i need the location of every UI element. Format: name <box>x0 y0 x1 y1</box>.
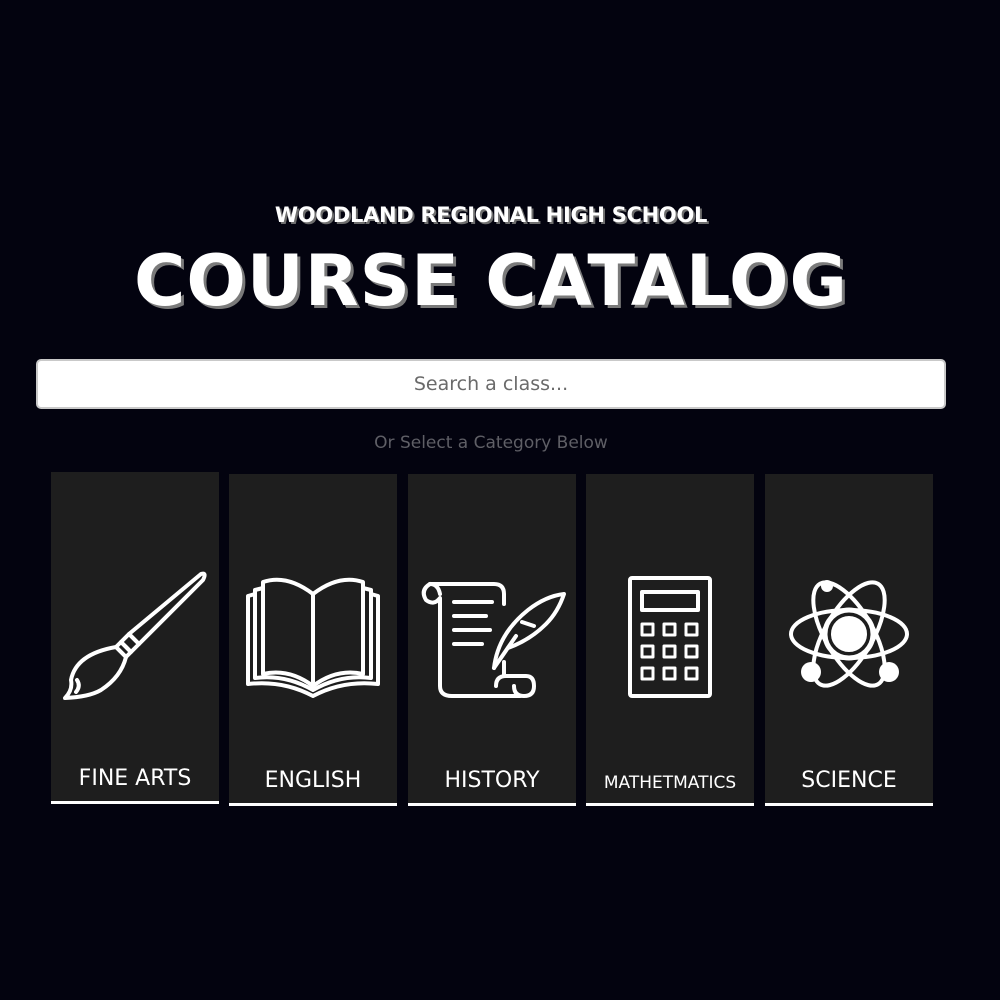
category-card-history[interactable]: HISTORY <box>408 474 576 806</box>
category-label: FINE ARTS <box>78 766 192 791</box>
category-card-fine-arts[interactable]: FINE ARTS <box>51 472 219 804</box>
search-input[interactable] <box>36 359 946 409</box>
course-catalog-page: WOODLAND REGIONAL HIGH SCHOOL COURSE CAT… <box>0 0 1000 1000</box>
category-card-mathematics[interactable]: MATHETMATICS <box>586 474 754 806</box>
calculator-icon <box>586 564 754 704</box>
paintbrush-icon <box>51 562 219 702</box>
atom-icon <box>765 564 933 704</box>
scroll-quill-icon <box>408 564 576 704</box>
school-name: WOODLAND REGIONAL HIGH SCHOOL <box>274 203 708 227</box>
category-card-science[interactable]: SCIENCE <box>765 474 933 806</box>
category-label: ENGLISH <box>264 768 362 793</box>
category-label: HISTORY <box>444 768 540 793</box>
page-title: COURSE CATALOG <box>134 240 848 322</box>
category-label: MATHETMATICS <box>603 773 737 793</box>
category-hint: Or Select a Category Below <box>374 433 608 453</box>
open-book-icon <box>229 564 397 704</box>
category-card-english[interactable]: ENGLISH <box>229 474 397 806</box>
category-label: SCIENCE <box>801 768 897 793</box>
